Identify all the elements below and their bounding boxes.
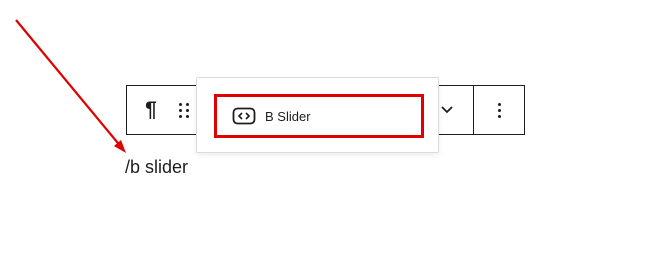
annotation-arrow [15, 19, 126, 153]
